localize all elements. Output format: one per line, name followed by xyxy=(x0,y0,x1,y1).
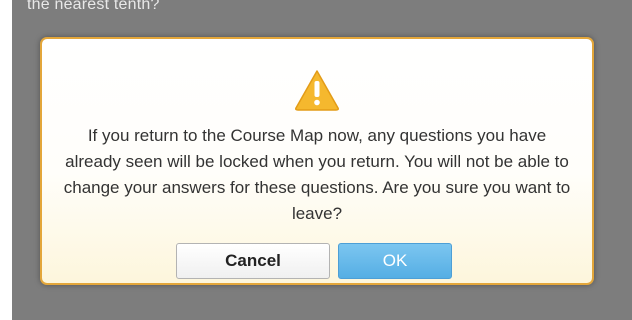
warning-triangle-icon xyxy=(295,70,339,111)
dialog-message: If you return to the Course Map now, any… xyxy=(63,126,571,223)
screen: the nearest tenth? If you return to the … xyxy=(0,0,632,320)
background-question-text: the nearest tenth? xyxy=(27,0,160,13)
cancel-button[interactable]: Cancel xyxy=(176,243,330,279)
confirm-leave-dialog: If you return to the Course Map now, any… xyxy=(40,37,594,285)
ok-button[interactable]: OK xyxy=(338,243,452,279)
